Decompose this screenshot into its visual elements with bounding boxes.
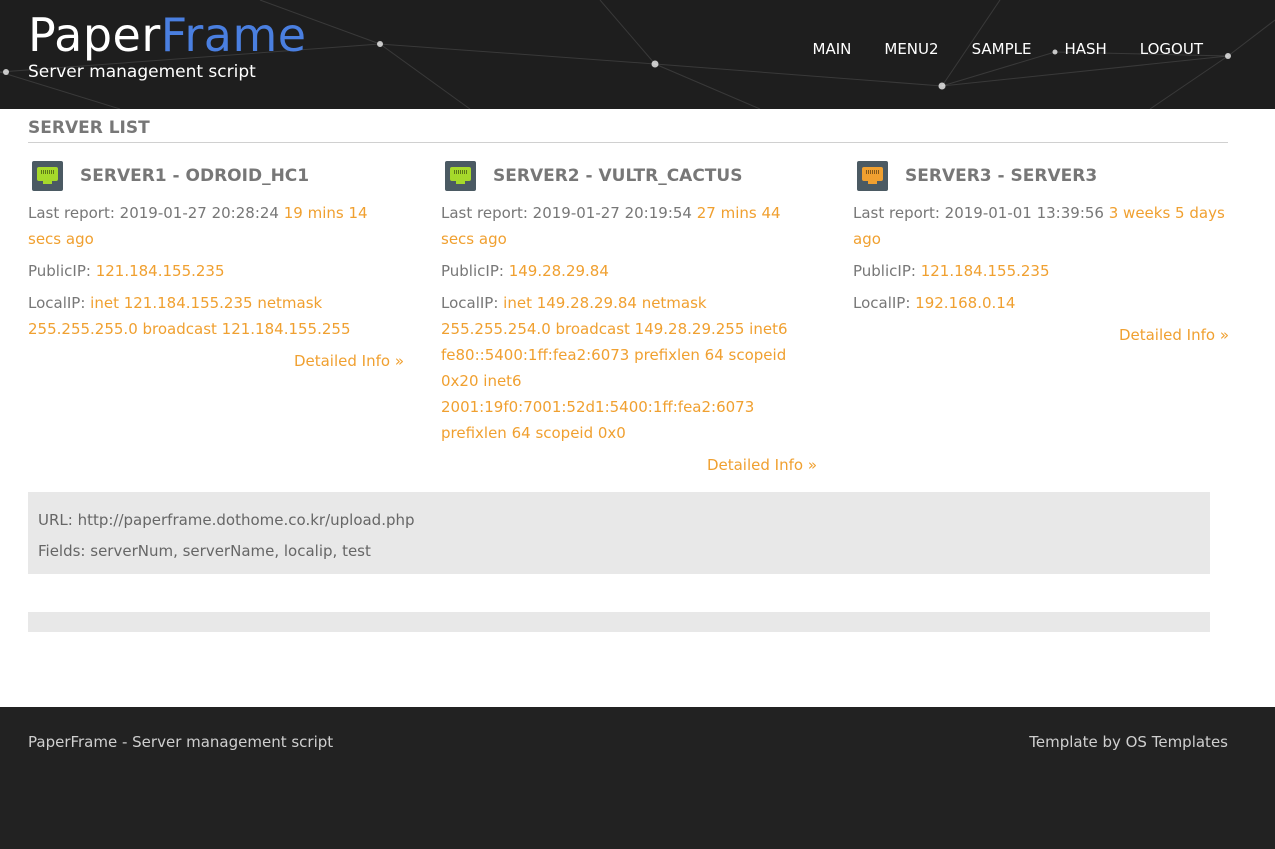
local-ip-value: inet 149.28.29.84 netmask 255.255.254.0 …	[441, 294, 788, 442]
site-tagline: Server management script	[28, 62, 256, 82]
public-ip-value: 149.28.29.84	[508, 262, 609, 280]
public-ip-line: PublicIP: 121.184.155.235	[853, 262, 1050, 280]
footer-copyright: PaperFrame - Server management script	[28, 733, 334, 751]
site-logo[interactable]: PaperFrame	[28, 6, 307, 64]
server-card: SERVER2 - VULTR_CACTUS Last report: 2019…	[441, 160, 817, 478]
server-name: SERVER2 - VULTR_CACTUS	[493, 166, 743, 186]
empty-panel	[28, 612, 1210, 632]
public-ip-value: 121.184.155.235	[920, 262, 1050, 280]
server-name: SERVER1 - ODROID_HC1	[80, 166, 310, 186]
detailed-info-link[interactable]: Detailed Info »	[853, 322, 1229, 348]
server-name: SERVER3 - SERVER3	[905, 166, 1098, 186]
ethernet-port-icon	[857, 161, 888, 191]
nav-logout[interactable]: LOGOUT	[1140, 39, 1203, 59]
last-report-line: Last report: 2019-01-27 20:19:54 27 mins…	[441, 204, 781, 248]
site-footer: PaperFrame - Server management script Te…	[0, 707, 1275, 849]
logo-part-paper: Paper	[28, 8, 161, 62]
site-header: PaperFrame Server management script MAIN…	[0, 0, 1275, 109]
local-ip-line: LocalIP: inet 121.184.155.235 netmask 25…	[28, 294, 351, 338]
footer-credit-link[interactable]: Template by OS Templates	[1029, 733, 1228, 751]
server-card: SERVER3 - SERVER3 Last report: 2019-01-0…	[853, 160, 1229, 348]
local-ip-line: LocalIP: inet 149.28.29.84 netmask 255.2…	[441, 294, 788, 442]
nav-sample[interactable]: SAMPLE	[972, 39, 1032, 59]
upload-info-box: URL: http://paperframe.dothome.co.kr/upl…	[28, 492, 1210, 574]
last-report-line: Last report: 2019-01-27 20:28:24 19 mins…	[28, 204, 368, 248]
nav-main[interactable]: MAIN	[813, 39, 852, 59]
upload-url-text: URL: http://paperframe.dothome.co.kr/upl…	[38, 511, 415, 529]
ethernet-port-icon	[445, 161, 476, 191]
server-card: SERVER1 - ODROID_HC1 Last report: 2019-0…	[28, 160, 404, 374]
public-ip-line: PublicIP: 149.28.29.84	[441, 262, 609, 280]
nav-hash[interactable]: HASH	[1064, 39, 1106, 59]
public-ip-line: PublicIP: 121.184.155.235	[28, 262, 225, 280]
detailed-info-link[interactable]: Detailed Info »	[28, 348, 404, 374]
logo-part-frame: Frame	[160, 8, 307, 62]
last-report-line: Last report: 2019-01-01 13:39:56 3 weeks…	[853, 204, 1225, 248]
local-ip-line: LocalIP: 192.168.0.14	[853, 294, 1016, 312]
nav-menu2[interactable]: MENU2	[884, 39, 938, 59]
main-nav: MAIN MENU2 SAMPLE HASH LOGOUT	[780, 39, 1203, 59]
upload-fields-text: Fields: serverNum, serverName, localip, …	[38, 542, 371, 560]
section-title: SERVER LIST	[28, 118, 1228, 143]
detailed-info-link[interactable]: Detailed Info »	[441, 452, 817, 478]
public-ip-value: 121.184.155.235	[95, 262, 225, 280]
ethernet-port-icon	[32, 161, 63, 191]
local-ip-value: 192.168.0.14	[915, 294, 1016, 312]
